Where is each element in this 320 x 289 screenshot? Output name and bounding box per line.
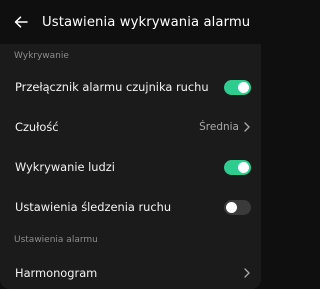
toggle-knob [238,161,249,173]
motion-alarm-label: Przełącznik alarmu czujnika ruchu [15,80,209,94]
settings-list: Wykrywanie Przełącznik alarmu czujnika r… [0,44,261,289]
arrow-left-icon [14,16,28,28]
sensitivity-label: Czułość [15,120,59,134]
section-header-alarm: Ustawienia alarmu [0,227,261,253]
sensitivity-value: Średnia [199,121,239,133]
schedule-label: Harmonogram [15,266,98,280]
toggle-knob [226,201,237,213]
motion-tracking-row[interactable]: Ustawienia śledzenia ruchu [0,187,261,227]
section-header-detection: Wykrywanie [0,44,261,67]
human-detection-row[interactable]: Wykrywanie ludzi [0,147,261,187]
motion-tracking-label: Ustawienia śledzenia ruchu [15,200,172,214]
header: Ustawienia wykrywania alarmu [0,0,261,44]
chevron-right-icon [244,122,250,132]
motion-tracking-toggle[interactable] [224,199,251,215]
schedule-row[interactable]: Harmonogram [0,253,261,289]
alarm-detection-settings-screen: Ustawienia wykrywania alarmu Wykrywanie … [0,0,261,289]
back-button[interactable] [10,11,32,33]
chevron-right-icon [244,268,250,278]
motion-alarm-toggle[interactable] [224,79,251,95]
page-title: Ustawienia wykrywania alarmu [42,14,251,30]
sensitivity-row[interactable]: Czułość Średnia [0,107,261,147]
motion-alarm-row[interactable]: Przełącznik alarmu czujnika ruchu [0,67,261,107]
toggle-knob [238,81,249,93]
human-detection-label: Wykrywanie ludzi [15,160,115,174]
sensitivity-value-group: Średnia [199,121,251,133]
human-detection-toggle[interactable] [224,159,251,175]
